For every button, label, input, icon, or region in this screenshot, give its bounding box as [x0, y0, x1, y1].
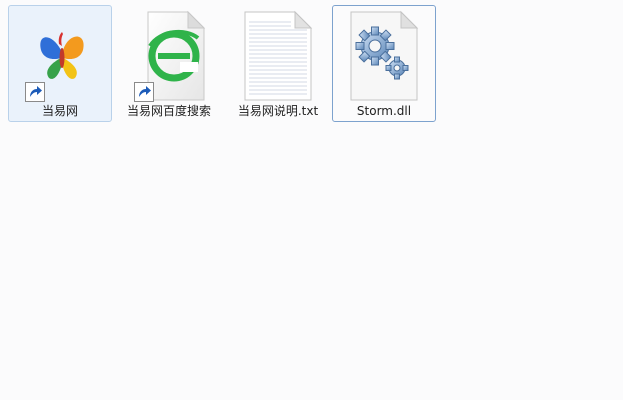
shortcut-arrow-icon [134, 82, 154, 102]
file-name-label: Storm.dll [356, 104, 412, 118]
file-item-dangyiwang-baidu-search[interactable]: 当易网百度搜索 [117, 5, 221, 122]
butterfly-icon [25, 10, 97, 102]
file-name-label: 当易网 [41, 104, 78, 118]
file-item-storm-dll[interactable]: Storm.dll [332, 5, 436, 122]
file-name-label: 当易网百度搜索 [126, 104, 211, 118]
file-item-dangyiwang[interactable]: 当易网 [8, 5, 112, 122]
browser-e-icon [134, 10, 206, 102]
text-document-icon [243, 10, 315, 102]
file-name-label: 当易网说明.txt [237, 104, 319, 118]
gears-dll-icon [349, 10, 421, 102]
file-item-dangyiwang-readme[interactable]: 当易网说明.txt [226, 5, 330, 122]
shortcut-arrow-icon [25, 82, 45, 102]
